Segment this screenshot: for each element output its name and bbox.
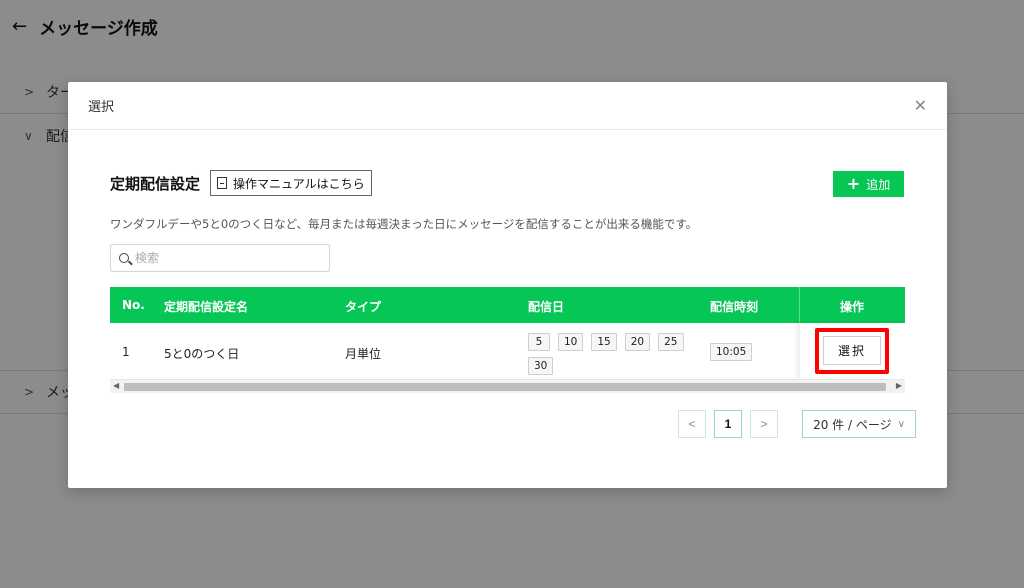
- header-day: 配信日: [528, 300, 565, 314]
- scroll-left-icon[interactable]: ◀: [113, 381, 119, 390]
- scrollbar-thumb[interactable]: [124, 383, 886, 391]
- table-header: No. 定期配信設定名 タイプ 配信日 配信時刻 操作: [110, 287, 905, 323]
- page-size-value: 20 件 / ページ: [813, 417, 892, 432]
- scroll-right-icon[interactable]: ▶: [896, 381, 902, 390]
- document-icon: [217, 177, 228, 189]
- day-chip: 15: [591, 333, 617, 351]
- header-action: 操作: [839, 300, 864, 314]
- chevron-down-icon: ∨: [897, 418, 905, 430]
- day-chip: 10: [558, 333, 584, 351]
- cell-days: 5 10 15 20 25 30: [528, 333, 688, 375]
- modal-header: 選択 ✕: [68, 82, 947, 130]
- day-chip: 20: [624, 333, 651, 351]
- search-box[interactable]: [110, 244, 330, 272]
- description-text: ワンダフルデーや5と0のつく日など、毎月または毎週決まった日にメッセージを配信す…: [110, 217, 698, 231]
- page-size-select[interactable]: 20 件 / ページ ∨: [802, 410, 916, 438]
- section-title: 定期配信設定: [110, 174, 201, 193]
- time-chip: 10:05: [710, 343, 753, 361]
- day-chip: 5: [528, 333, 550, 351]
- modal-title: 選択: [88, 100, 115, 115]
- header-time: 配信時刻: [710, 300, 759, 314]
- select-modal: 選択 ✕ 定期配信設定 操作マニュアルはこちら + 追加 ワンダフルデーや5と0…: [68, 82, 947, 488]
- search-input[interactable]: [135, 251, 315, 265]
- cell-no: 1: [122, 345, 130, 359]
- plus-icon: +: [846, 174, 861, 193]
- search-icon: [119, 253, 129, 263]
- day-chip: 25: [658, 333, 684, 351]
- section-title-row: 定期配信設定 操作マニュアルはこちら: [110, 170, 372, 196]
- select-button[interactable]: 選択: [823, 336, 881, 365]
- close-icon[interactable]: ✕: [914, 96, 927, 115]
- horizontal-scrollbar[interactable]: ◀ ▶: [110, 379, 905, 393]
- table-row: 1 5と0のつく日 月単位 5 10 15 20 25 30 10:05 選択: [110, 323, 905, 379]
- next-page-button[interactable]: >: [750, 410, 778, 438]
- add-button[interactable]: + 追加: [833, 171, 904, 197]
- manual-button-label: 操作マニュアルはこちら: [233, 176, 365, 191]
- header-no: No.: [122, 298, 145, 312]
- prev-page-button[interactable]: <: [678, 410, 706, 438]
- header-name: 定期配信設定名: [164, 300, 249, 314]
- cell-name: 5と0のつく日: [164, 347, 240, 361]
- pagination: < 1 > 20 件 / ページ ∨: [678, 410, 916, 438]
- day-chip: 30: [528, 357, 554, 375]
- header-type: タイプ: [345, 300, 382, 314]
- cell-type: 月単位: [345, 347, 382, 361]
- add-button-label: 追加: [866, 177, 891, 192]
- schedule-table: No. 定期配信設定名 タイプ 配信日 配信時刻 操作 1 5と0のつく日 月単…: [110, 287, 905, 393]
- page-1-button[interactable]: 1: [714, 410, 742, 438]
- manual-button[interactable]: 操作マニュアルはこちら: [210, 170, 372, 196]
